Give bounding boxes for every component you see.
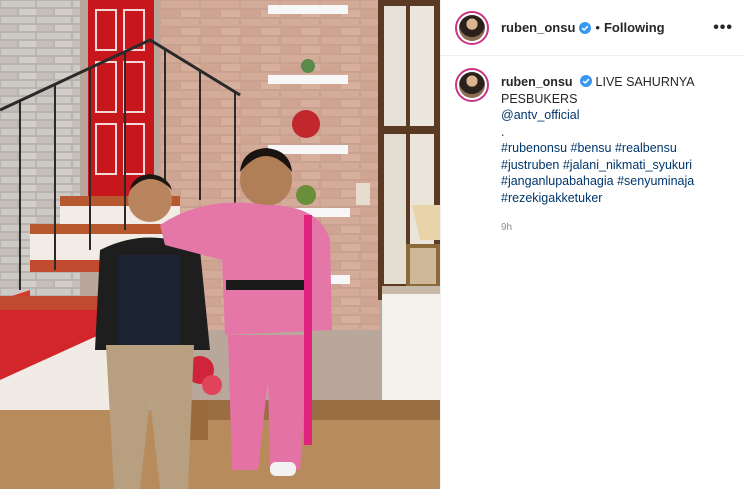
author-avatar[interactable]: [455, 10, 489, 45]
hashtag-line[interactable]: #rubenonsu #bensu #realbensu: [501, 140, 733, 157]
caption-username[interactable]: ruben_onsu: [501, 75, 573, 89]
mention-link[interactable]: @antv_official: [501, 107, 733, 124]
caption-block: ruben_onsu LIVE SAHURNYA PESBUKERS @antv…: [441, 56, 745, 237]
hashtag-line[interactable]: #rezekigakketuker: [501, 190, 733, 207]
post-header: ruben_onsu • Following •••: [441, 0, 745, 56]
hashtag-line[interactable]: #janganlupabahagia #senyuminaja: [501, 173, 733, 190]
post-sidebar: ruben_onsu • Following ••• ruben_onsu LI…: [440, 0, 745, 489]
caption: ruben_onsu LIVE SAHURNYA PESBUKERS @antv…: [501, 74, 733, 237]
following-button[interactable]: Following: [604, 20, 665, 35]
photo-scene: [0, 0, 440, 489]
verified-badge-icon: [580, 75, 593, 87]
hashtag-line[interactable]: #justruben #jalani_nikmati_syukuri: [501, 157, 733, 174]
caption-avatar[interactable]: [455, 68, 489, 102]
separator-dot: •: [595, 20, 600, 35]
post-photo[interactable]: [0, 0, 440, 489]
author-username[interactable]: ruben_onsu: [501, 20, 575, 35]
post-time[interactable]: 9h: [501, 220, 733, 237]
caption-separator: .: [501, 124, 505, 139]
verified-badge-icon: [579, 21, 592, 34]
more-options-icon[interactable]: •••: [713, 19, 733, 37]
